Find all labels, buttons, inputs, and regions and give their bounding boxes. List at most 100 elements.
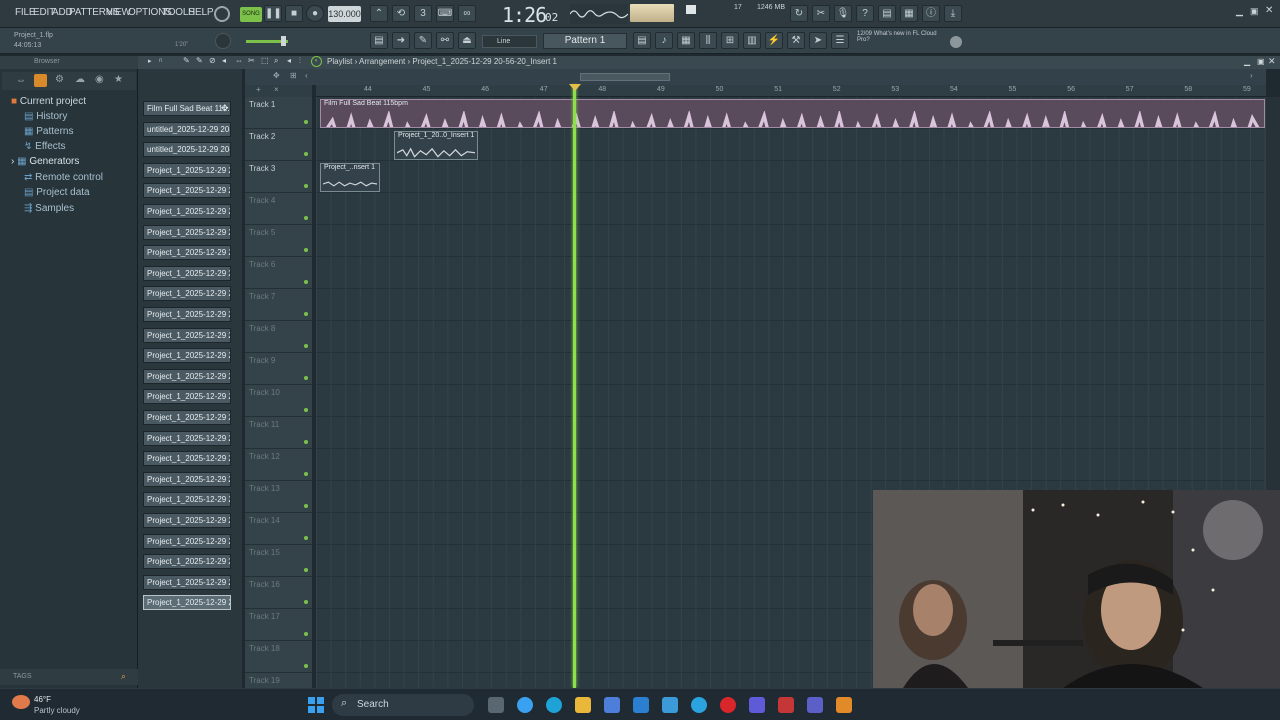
move-icon[interactable]: ✥ <box>273 71 280 80</box>
cut-tool-icon[interactable]: ✂ <box>812 5 830 22</box>
slice-tool-icon[interactable]: ✂ <box>248 56 255 65</box>
track-mute-led[interactable] <box>304 504 308 508</box>
track-header[interactable]: Track 17 <box>245 609 312 641</box>
taskbar-search-box[interactable]: ⌕ Search <box>332 694 474 716</box>
left-icon[interactable]: ‹ <box>305 71 308 80</box>
sounds-icon[interactable]: ◉ <box>95 74 104 85</box>
track-header[interactable]: Track 3 <box>245 161 312 193</box>
arrow-icon[interactable]: ➤ <box>809 32 827 49</box>
plugin-icon[interactable]: ⚡ <box>765 32 783 49</box>
track-header[interactable]: Track 4 <box>245 193 312 225</box>
tree-patterns[interactable]: ▦ Patterns <box>24 126 73 137</box>
pattern-selector[interactable]: Pattern 1 <box>543 33 627 49</box>
timeline-ruler[interactable]: 44 45 46 47 48 49 50 51 52 53 54 55 56 57 58 59 <box>316 85 1266 97</box>
track-header[interactable]: Track 7 <box>245 289 312 321</box>
channel-button[interactable]: Project_1_2025-12-29 2... <box>143 574 231 590</box>
channel-button[interactable]: Project_1_2025-12-29 2... <box>143 245 231 261</box>
save-icon[interactable]: ▤ <box>878 5 896 22</box>
refresh-icon[interactable]: ↻ <box>790 5 808 22</box>
arrangement-icon[interactable]: ◐ <box>311 56 322 67</box>
track-header[interactable]: Track 2 <box>245 129 312 161</box>
tree-samples[interactable]: ⇶ Samples <box>24 203 74 214</box>
track-mute-led[interactable] <box>304 472 308 476</box>
news-panel[interactable]: 12/09 What's new in FL Cloud Pro? <box>857 31 937 43</box>
channel-button[interactable]: Project_1_2025-12-29 2... <box>143 410 231 425</box>
audio-clip-track3[interactable]: Project_..nsert 1 <box>320 163 380 192</box>
stamp-icon[interactable]: ⏏ <box>458 32 476 49</box>
channel-button[interactable]: Project_1_2025-12-29 2... <box>143 430 231 446</box>
file-explorer-icon[interactable] <box>575 697 591 713</box>
track-mute-led[interactable] <box>304 280 308 284</box>
mute-tool-icon[interactable]: ◂ <box>222 56 226 65</box>
track-mute-led[interactable] <box>304 216 308 220</box>
clipboard-icon[interactable]: ▥ <box>743 32 761 49</box>
fl-cloud-icon[interactable] <box>950 36 962 48</box>
windows-start-icon[interactable] <box>308 697 324 713</box>
playlist-menu-icon[interactable]: ▸ <box>148 57 152 65</box>
tree-current-project[interactable]: ■ Current project <box>11 96 86 107</box>
channel-rack-icon[interactable]: ▦ <box>677 32 695 49</box>
arrow-right-icon[interactable]: ➜ <box>392 32 410 49</box>
outlook-icon[interactable] <box>633 697 649 713</box>
play-button[interactable]: ❚❚ <box>264 5 282 22</box>
horizontal-scroll-thumb[interactable] <box>580 73 670 81</box>
search-icon[interactable]: ⌕ <box>121 671 126 682</box>
link-icon[interactable]: ⚯ <box>436 32 454 49</box>
loop-record-icon[interactable]: ∞ <box>458 5 476 22</box>
tree-project-data[interactable]: ▤ Project data <box>24 187 90 198</box>
track-header[interactable]: Track 10 <box>245 385 312 417</box>
track-header[interactable]: Track 5 <box>245 225 312 257</box>
remove-icon[interactable]: × <box>274 85 279 94</box>
browser-window-icon[interactable]: ⊞ <box>721 32 739 49</box>
tree-history[interactable]: ▤ History <box>24 111 67 122</box>
master-pitch-knob[interactable] <box>215 33 231 49</box>
tags-bar[interactable]: TAGS <box>0 669 138 685</box>
weather-icon[interactable] <box>12 695 30 709</box>
track-header[interactable]: Track 13 <box>245 481 312 513</box>
channel-button[interactable]: untitled_2025-12-29 20-... <box>143 121 231 137</box>
wait-input-icon[interactable]: ⟲ <box>392 5 410 22</box>
audio-clip-track2[interactable]: Project_1_20..0_Insert 1 <box>394 131 478 160</box>
channel-button[interactable]: Project_1_2025-12-29 2... <box>143 183 231 199</box>
track-header[interactable]: Track 15 <box>245 545 312 577</box>
folder-icon[interactable] <box>34 74 47 87</box>
channel-button[interactable]: Project_1_2025-12-29 2... <box>143 533 231 549</box>
channel-button[interactable]: untitled_2025-12-29 20-... <box>143 142 231 158</box>
track-mute-led[interactable] <box>304 568 308 572</box>
tree-remote-control[interactable]: ⇄ Remote control <box>24 172 103 183</box>
piano-roll-icon[interactable]: ♪ <box>655 32 673 49</box>
task-view-icon[interactable] <box>488 697 504 713</box>
channel-button[interactable]: Project_1_2025-12-29 2... <box>143 327 231 343</box>
teams-icon[interactable] <box>807 697 823 713</box>
track-mute-led[interactable] <box>304 408 308 412</box>
track-header[interactable]: Track 1 <box>245 97 312 129</box>
metronome-icon[interactable]: ⌃ <box>370 5 388 22</box>
grid-icon[interactable]: ⊞ <box>290 71 297 80</box>
zoom-tool-icon[interactable]: ⌕ <box>274 56 278 66</box>
track-header[interactable]: Track 9 <box>245 353 312 385</box>
playlist-minimize-icon[interactable]: ▁ <box>1244 57 1250 66</box>
store-icon[interactable] <box>604 697 620 713</box>
track-mute-led[interactable] <box>304 536 308 540</box>
media-icon[interactable] <box>778 697 794 713</box>
mixer-icon[interactable]: ▦ <box>900 5 918 22</box>
cloud-icon[interactable]: ☁ <box>75 74 85 85</box>
channel-button[interactable]: Project_1_2025-12-29 2... <box>143 307 231 322</box>
playhead-triangle-icon[interactable] <box>569 84 581 91</box>
channel-button[interactable]: Project_1_2025-12-29 2... <box>143 162 231 178</box>
fl-studio-icon[interactable] <box>836 697 852 713</box>
slip-tool-icon[interactable]: ⇔ <box>235 56 243 65</box>
playlist-icon[interactable]: ▤ <box>370 32 388 49</box>
track-header[interactable]: Track 16 <box>245 577 312 609</box>
tree-effects[interactable]: ↯ Effects <box>24 141 66 152</box>
vscode-icon[interactable] <box>662 697 678 713</box>
track-mute-led[interactable] <box>304 248 308 252</box>
channel-button[interactable]: Project_1_2025-12-29 2... <box>143 368 231 384</box>
wrench-icon[interactable]: ⚒ <box>787 32 805 49</box>
arrows-icon[interactable]: ⇔ <box>16 75 26 86</box>
help-icon[interactable]: ? <box>856 5 874 22</box>
snap-select[interactable]: Line <box>482 35 537 48</box>
channel-button[interactable]: Project_1_2025-12-29 2... <box>143 595 231 611</box>
track-mute-led[interactable] <box>304 440 308 444</box>
track-mute-led[interactable] <box>304 152 308 156</box>
